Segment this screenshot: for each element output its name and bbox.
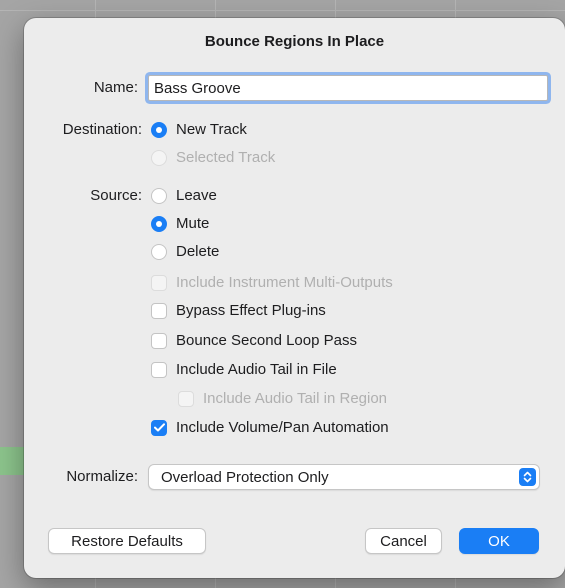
bypass-effect-plugins-checkbox[interactable]: Bypass Effect Plug-ins [151,302,326,319]
bounce-regions-dialog: Bounce Regions In Place Name: Destinatio… [24,18,565,578]
radio-label: Leave [176,187,217,204]
background-grid-line [0,10,565,11]
background-region [0,447,24,475]
radio-label: Delete [176,243,220,260]
bounce-second-loop-pass-checkbox[interactable]: Bounce Second Loop Pass [151,332,357,349]
ok-button[interactable]: OK [459,528,539,554]
radio-empty-icon [151,243,167,260]
checkbox-label: Include Audio Tail in File [176,361,337,378]
radio-label: Mute [176,215,210,232]
restore-defaults-button[interactable]: Restore Defaults [48,528,206,554]
checkbox-empty-icon [151,361,167,378]
chevron-up-down-icon [519,468,536,486]
checkmark-icon [151,419,167,436]
checkbox-label: Include Instrument Multi-Outputs [176,274,393,291]
destination-selected-track-radio[interactable]: Selected Track [151,149,275,166]
checkbox-empty-icon [151,332,167,349]
destination-label: Destination: [62,121,142,138]
destination-new-track-radio[interactable]: New Track [151,121,247,138]
checkbox-label: Bounce Second Loop Pass [176,332,357,349]
cancel-button[interactable]: Cancel [365,528,442,554]
include-volume-pan-automation-checkbox[interactable]: Include Volume/Pan Automation [151,419,389,436]
source-mute-radio[interactable]: Mute [151,215,209,232]
checkbox-empty-icon [178,390,194,407]
checkbox-label: Include Volume/Pan Automation [176,419,389,436]
radio-empty-icon [151,149,167,166]
normalize-selected-value: Overload Protection Only [161,468,329,486]
source-label: Source: [90,187,142,204]
checkbox-label: Bypass Effect Plug-ins [176,302,326,319]
radio-selected-icon [151,121,167,138]
normalize-label: Normalize: [66,468,138,485]
include-instrument-multi-outputs-checkbox[interactable]: Include Instrument Multi-Outputs [151,274,393,291]
checkbox-label: Include Audio Tail in Region [203,390,388,407]
source-delete-radio[interactable]: Delete [151,243,219,260]
radio-label: Selected Track [176,149,276,166]
name-label: Name: [93,79,138,96]
name-input[interactable] [148,75,548,101]
source-leave-radio[interactable]: Leave [151,187,217,204]
include-audio-tail-in-file-checkbox[interactable]: Include Audio Tail in File [151,361,337,378]
include-audio-tail-in-region-checkbox[interactable]: Include Audio Tail in Region [178,390,387,407]
checkbox-empty-icon [151,274,167,291]
radio-empty-icon [151,187,167,204]
radio-selected-icon [151,215,167,232]
radio-label: New Track [176,121,247,138]
checkbox-empty-icon [151,302,167,319]
normalize-select[interactable]: Overload Protection Only [148,464,540,490]
dialog-title: Bounce Regions In Place [204,33,385,50]
